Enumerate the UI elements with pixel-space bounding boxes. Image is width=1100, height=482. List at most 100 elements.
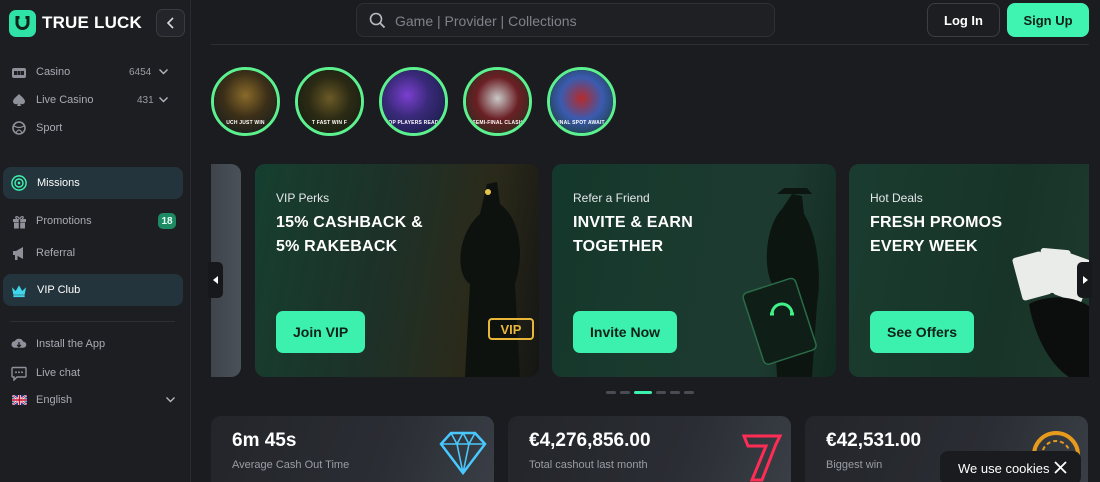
carousel-dot[interactable] [634,391,652,394]
story-caption: INAL SPOT AWAIT [558,120,605,126]
collapse-sidebar-button[interactable] [156,9,185,37]
promo-title: FRESH PROMOS EVERY WEEK [870,214,1003,255]
signup-button[interactable]: Sign Up [1007,3,1089,37]
sidebar-divider [10,321,175,322]
crown-icon [11,282,27,298]
chevron-down-icon [159,69,168,75]
cookie-banner: We use cookies [940,451,1081,482]
close-icon[interactable] [1053,460,1068,475]
stat-caption: Total cashout last month [529,459,648,471]
ball-icon [11,120,27,136]
chevron-left-icon [166,17,174,29]
sidebar-item-missions[interactable]: Missions [3,167,183,199]
sidebar-item-label: Install the App [36,338,106,350]
casino-icon [11,64,27,80]
carousel-pagination [606,391,694,394]
sidebar-item-label: VIP Club [37,284,81,296]
sidebar-item-live-casino[interactable]: Live Casino 431 [0,86,186,114]
promo-title: INVITE & EARN TOGETHER [573,214,693,255]
story-circle[interactable]: SEMI-FINAL CLASH [463,67,532,136]
horse-rider-illustration: VIP [460,182,534,377]
invite-now-button[interactable]: Invite Now [573,311,678,353]
promo-subtitle: VIP Perks [276,191,330,205]
stat-value: 6m 45s [232,430,297,451]
carousel-next-button[interactable] [1077,262,1092,298]
story-caption: SEMI-FINAL CLASH [472,120,523,126]
promo-subtitle: Hot Deals [870,191,923,205]
promo-title: 15% CASHBACK & 5% RAKEBACK [276,214,423,255]
search-input[interactable] [395,11,755,31]
stat-caption: Biggest win [826,459,883,471]
sidebar-item-promotions[interactable]: Promotions 18 [0,207,186,235]
cookie-text: We use cookies [958,460,1050,476]
carousel-prev-button[interactable] [208,262,223,298]
brand-logo[interactable]: TRUE LUCK [9,9,142,37]
see-offers-button[interactable]: See Offers [870,311,975,353]
sidebar-item-live-chat[interactable]: Live chat [0,359,186,387]
lucky-seven-icon [741,434,783,482]
story-caption: UCH JUST WIN [226,120,265,126]
sidebar-item-label: Live chat [36,367,81,379]
caret-left-icon [212,276,218,284]
story-circle[interactable]: INAL SPOT AWAIT [547,67,616,136]
caret-right-icon [1082,276,1088,284]
story-caption: T FAST WIN F [311,120,348,126]
promotions-badge: 18 [158,213,176,229]
chevron-down-icon [166,397,175,403]
uk-flag-icon [11,392,27,408]
cloud-download-icon [11,336,27,352]
sidebar-item-label: Casino [36,66,71,78]
stat-caption: Average Cash Out Time [232,459,350,471]
search-icon [369,12,386,29]
cowboy-illustration [742,188,819,377]
sidebar-item-referral[interactable]: Referral [0,239,186,267]
promo-subtitle: Refer a Friend [573,191,650,205]
sidebar-item-language[interactable]: English [0,386,186,414]
carousel-dot[interactable] [620,391,630,394]
sidebar-item-label: English [36,394,73,406]
brand-name: TRUE LUCK [42,13,143,32]
sidebar-item-label: Missions [37,177,80,189]
login-button[interactable]: Log In [927,3,1000,37]
target-icon [11,175,27,191]
promo-card-hot-deals[interactable]: Hot Deals FRESH PROMOS EVERY WEEK See Of… [849,164,1089,377]
casino-count: 6454 [129,66,152,78]
chat-icon [11,365,27,381]
sidebar-item-label: Live Casino [36,94,94,106]
story-circle[interactable]: T FAST WIN F [295,67,364,136]
svg-text:VIP: VIP [501,322,522,337]
spade-icon [11,92,27,108]
header-divider [211,44,1089,45]
join-vip-button[interactable]: Join VIP [276,311,366,353]
horseshoe-logo-icon [9,9,36,37]
diamond-icon [439,431,487,476]
live-casino-count: 431 [137,94,154,106]
search-bar[interactable] [356,3,775,37]
stat-value: €4,276,856.00 [529,430,651,451]
chevron-down-icon [159,97,168,103]
gift-icon [11,213,27,229]
sidebar-item-casino[interactable]: Casino 6454 [0,58,186,86]
promo-carousel: VIP VIP Perks 15% CASHBACK & 5% RAKEBACK… [211,164,1089,377]
stat-card-cashout-time: 6m 45s Average Cash Out Time [211,416,494,482]
carousel-dot[interactable] [670,391,680,394]
story-circle[interactable]: OP PLAYERS READ [379,67,448,136]
megaphone-icon [11,245,27,261]
stat-value: €42,531.00 [826,430,922,451]
stat-card-total-cashout: €4,276,856.00 Total cashout last month [508,416,791,482]
sidebar-item-label: Promotions [36,215,92,227]
carousel-dot[interactable] [606,391,616,394]
sidebar: TRUE LUCK Casino 6454 Live Casino 431 Sp… [0,0,191,482]
story-caption: OP PLAYERS READ [388,120,439,126]
app-root: TRUE LUCK Casino 6454 Live Casino 431 Sp… [0,0,1100,482]
promo-card-referral[interactable]: Refer a Friend INVITE & EARN TOGETHER In… [552,164,836,377]
sidebar-item-label: Referral [36,247,76,259]
sidebar-item-install-app[interactable]: Install the App [0,330,186,358]
story-circle[interactable]: UCH JUST WIN [211,67,280,136]
promo-card-vip[interactable]: VIP VIP Perks 15% CASHBACK & 5% RAKEBACK… [255,164,539,377]
sidebar-item-sport[interactable]: Sport [0,114,186,142]
sidebar-item-vip-club[interactable]: VIP Club [3,274,183,306]
sidebar-item-label: Sport [36,122,63,134]
carousel-dot[interactable] [684,391,694,394]
carousel-dot[interactable] [656,391,666,394]
